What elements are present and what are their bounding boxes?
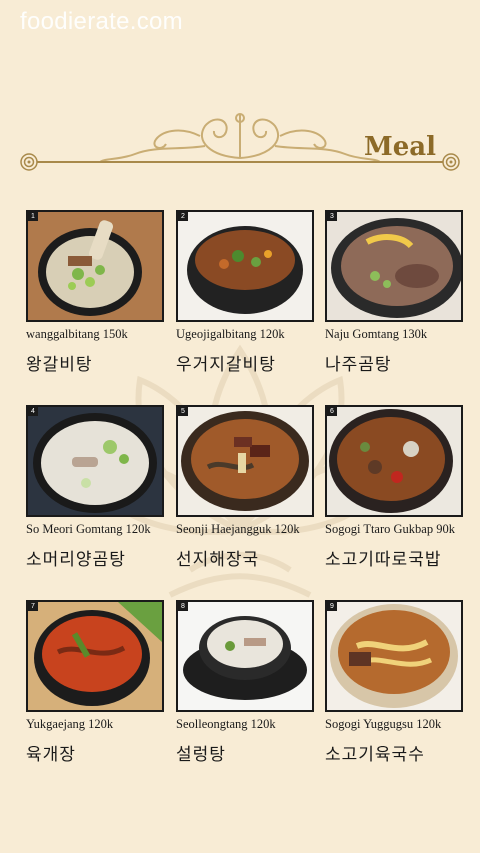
item-name: Seolleongtang 120k: [176, 717, 276, 731]
watermark: foodierate.com: [20, 8, 183, 35]
menu-item[interactable]: 8 Seolleongtang 120k 설렁탕: [176, 600, 314, 765]
item-number: 2: [178, 212, 188, 221]
ox-bone-soup-photo: 8: [176, 600, 314, 712]
item-korean-name: 소고기육국수: [325, 745, 425, 765]
menu-item[interactable]: 4 So Meori Gomtang 120k 소머리양곰탕: [26, 405, 164, 570]
item-korean-name: 육개장: [26, 745, 76, 765]
item-korean-name: 설렁탕: [176, 745, 226, 765]
menu-item[interactable]: 5 Seonji Haejangguk 120k 선지해장국: [176, 405, 314, 570]
menu-item[interactable]: 9 Sogogi Yuggugsu 120k 소고기육국수: [325, 600, 463, 765]
item-number: 5: [178, 407, 188, 416]
item-name: Yukgaejang 120k: [26, 717, 114, 731]
spicy-beef-soup-photo: 7: [26, 600, 164, 712]
item-korean-name: 소머리양곰탕: [26, 550, 126, 570]
menu-item[interactable]: 2 Ugeojigalbitang 120k 우거지갈비탕: [176, 210, 314, 375]
item-number: 3: [327, 212, 337, 221]
menu-item[interactable]: 7 Yukgaejang 120k 육개장: [26, 600, 164, 765]
item-number: 1: [28, 212, 38, 221]
item-number: 9: [327, 602, 337, 611]
item-number: 8: [178, 602, 188, 611]
beef-noodle-soup-photo: 9: [325, 600, 463, 712]
item-name: Naju Gomtang 130k: [325, 327, 428, 341]
menu-item[interactable]: 3 Naju Gomtang 130k 나주곰탕: [325, 210, 463, 375]
beef-rib-soup-photo: 1: [26, 210, 164, 322]
menu-item[interactable]: 6 Sogogi Ttaro Gukbap 90k 소고기따로국밥: [325, 405, 463, 570]
milky-broth-soup-photo: 4: [26, 405, 164, 517]
item-name: So Meori Gomtang 120k: [26, 522, 151, 536]
beef-bone-soup-photo: 3: [325, 210, 463, 322]
item-korean-name: 왕갈비탕: [26, 355, 93, 375]
item-name: wanggalbitang 150k: [26, 327, 128, 341]
item-name: Sogogi Ttaro Gukbap 90k: [325, 522, 455, 536]
blood-sausage-soup-photo: 5: [176, 405, 314, 517]
header-ornament: [100, 113, 380, 163]
menu-item[interactable]: 1 wanggalbitang 150k 왕갈비탕: [26, 210, 164, 375]
item-number: 4: [28, 407, 38, 416]
item-name: Seonji Haejangguk 120k: [176, 522, 300, 536]
item-number: 7: [28, 602, 38, 611]
rosette-icon: [20, 153, 38, 171]
item-number: 6: [327, 407, 337, 416]
rosette-icon: [442, 153, 460, 171]
cabbage-rib-stew-photo: 2: [176, 210, 314, 322]
item-name: Ugeojigalbitang 120k: [176, 327, 285, 341]
item-korean-name: 선지해장국: [176, 550, 260, 570]
item-korean-name: 소고기따로국밥: [325, 550, 442, 570]
section-title: Meal: [363, 132, 436, 162]
item-name: Sogogi Yuggugsu 120k: [325, 717, 442, 731]
item-korean-name: 우거지갈비탕: [176, 355, 276, 375]
spicy-beef-rice-soup-photo: 6: [325, 405, 463, 517]
item-korean-name: 나주곰탕: [325, 355, 392, 375]
